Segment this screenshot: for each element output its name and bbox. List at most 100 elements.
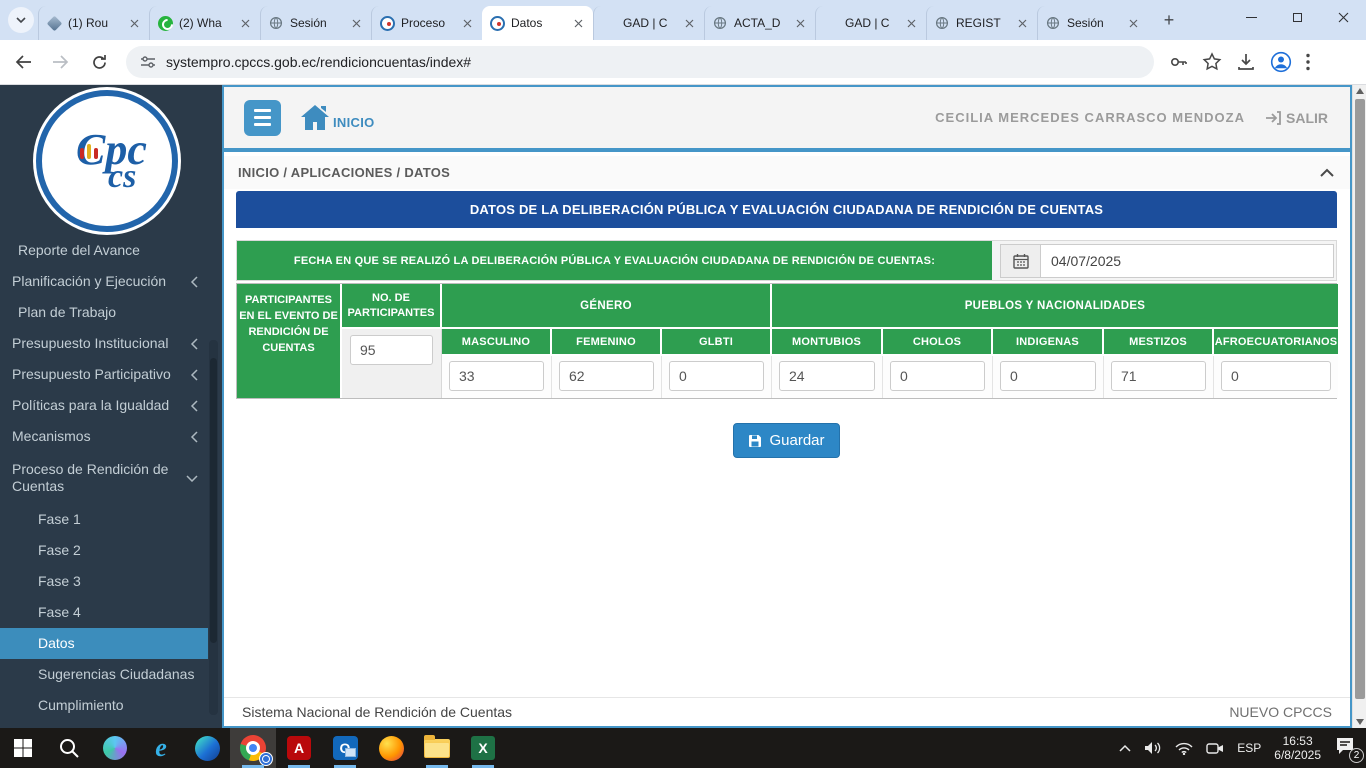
save-button[interactable]: Guardar xyxy=(733,423,839,458)
browser-tab-datos-active[interactable]: Datos xyxy=(482,6,593,40)
sidebar-item-politicas-igualdad[interactable]: Políticas para la Igualdad xyxy=(0,390,208,421)
sign-out-icon xyxy=(1265,111,1281,125)
tab-close-icon[interactable] xyxy=(681,15,697,31)
language-indicator[interactable]: ESP xyxy=(1237,741,1261,755)
wifi-icon[interactable] xyxy=(1175,742,1193,755)
tab-close-icon[interactable] xyxy=(570,15,586,31)
bookmark-star-icon[interactable] xyxy=(1202,52,1222,72)
taskbar-outlook-button[interactable]: O xyxy=(322,728,368,768)
tab-close-icon[interactable] xyxy=(126,15,142,31)
sidebar-item-mecanismos[interactable]: Mecanismos xyxy=(0,421,208,452)
input-femenino[interactable] xyxy=(559,361,654,391)
scroll-down-arrow-icon[interactable] xyxy=(1356,719,1364,725)
taskbar-file-explorer-button[interactable] xyxy=(414,728,460,768)
input-mestizos[interactable] xyxy=(1111,361,1206,391)
input-montubios[interactable] xyxy=(779,361,875,391)
forward-button[interactable] xyxy=(46,47,76,77)
sidebar-item-sugerencias[interactable]: Sugerencias Ciudadanas xyxy=(0,659,208,690)
input-indigenas[interactable] xyxy=(1000,361,1096,391)
browser-tab-gad-2[interactable]: GAD | C xyxy=(815,6,926,40)
col-header-no-participantes: NO. DE PARTICIPANTES xyxy=(342,284,442,329)
home-link[interactable]: INICIO xyxy=(299,103,375,132)
taskbar-search-button[interactable] xyxy=(46,728,92,768)
page-scrollbar-thumb[interactable] xyxy=(1355,99,1365,699)
input-afroecuatorianos[interactable] xyxy=(1221,361,1331,391)
taskbar-firefox-button[interactable] xyxy=(368,728,414,768)
sidebar-item-presupuesto-participativo[interactable]: Presupuesto Participativo xyxy=(0,359,208,390)
reload-button[interactable] xyxy=(84,47,114,77)
sidebar-menu: Reporte del Avance Planificación y Ejecu… xyxy=(0,235,208,721)
roundcube-icon xyxy=(46,15,62,31)
tab-close-icon[interactable] xyxy=(1014,15,1030,31)
notification-center-button[interactable]: 2 xyxy=(1334,735,1360,761)
tab-close-icon[interactable] xyxy=(792,15,808,31)
page-scrollbar[interactable] xyxy=(1352,85,1366,728)
tray-chevron-up-icon[interactable] xyxy=(1119,744,1131,752)
taskbar-edge-button[interactable] xyxy=(184,728,230,768)
sidebar-item-presupuesto-institucional[interactable]: Presupuesto Institucional xyxy=(0,328,208,359)
browser-tab-acta[interactable]: ACTA_D xyxy=(704,6,815,40)
clock[interactable]: 16:53 6/8/2025 xyxy=(1274,734,1321,762)
browser-tab-sesion-2[interactable]: Sesión xyxy=(1037,6,1148,40)
input-no-participantes[interactable] xyxy=(350,335,433,365)
tab-close-icon[interactable] xyxy=(237,15,253,31)
sidebar-scrollbar-thumb[interactable] xyxy=(210,358,217,643)
col-header-montubios: MONTUBIOS xyxy=(772,329,883,356)
tab-search-button[interactable] xyxy=(8,7,34,33)
search-icon xyxy=(58,737,80,759)
address-bar[interactable]: systempro.cpccs.gob.ec/rendicioncuentas/… xyxy=(126,46,1154,78)
taskbar-internet-explorer-button[interactable]: e xyxy=(138,728,184,768)
home-icon xyxy=(299,103,331,132)
sidebar-item-reporte-del-avance[interactable]: Reporte del Avance xyxy=(0,235,208,266)
input-cholos[interactable] xyxy=(890,361,985,391)
internet-explorer-icon: e xyxy=(155,735,167,761)
window-restore-button[interactable] xyxy=(1274,0,1320,34)
sidebar-item-fase-4[interactable]: Fase 4 xyxy=(0,597,208,628)
back-button[interactable] xyxy=(8,47,38,77)
browser-tab-proceso[interactable]: Proceso xyxy=(371,6,482,40)
minimize-icon xyxy=(1246,17,1257,18)
restore-icon xyxy=(1293,13,1302,22)
tab-close-icon[interactable] xyxy=(1125,15,1141,31)
sidebar-item-fase-1[interactable]: Fase 1 xyxy=(0,504,208,535)
browser-tab-roundcube[interactable]: (1) Rou xyxy=(38,6,149,40)
tab-close-icon[interactable] xyxy=(903,15,919,31)
browser-tab-registro[interactable]: REGIST xyxy=(926,6,1037,40)
sidebar-item-planificacion[interactable]: Planificación y Ejecución xyxy=(0,266,208,297)
sidebar-item-fase-2[interactable]: Fase 2 xyxy=(0,535,208,566)
taskbar-chrome-button[interactable] xyxy=(230,728,276,768)
input-masculino[interactable] xyxy=(449,361,544,391)
profile-avatar-icon[interactable] xyxy=(1270,51,1292,73)
sidebar-item-proceso-rendicion[interactable]: Proceso de Rendición de Cuentas xyxy=(0,452,208,504)
start-button[interactable] xyxy=(0,728,46,768)
window-close-button[interactable] xyxy=(1320,0,1366,34)
meet-now-camera-icon[interactable] xyxy=(1206,742,1224,755)
passwords-key-icon[interactable] xyxy=(1168,52,1188,72)
cpccs-logo: Cpc cs xyxy=(0,85,222,235)
fecha-input[interactable] xyxy=(1040,244,1334,278)
scroll-up-arrow-icon[interactable] xyxy=(1356,88,1364,94)
sidebar-scrollbar[interactable] xyxy=(209,340,218,715)
tab-close-icon[interactable] xyxy=(348,15,364,31)
downloads-icon[interactable] xyxy=(1236,52,1256,72)
menu-kebab-icon[interactable] xyxy=(1306,53,1310,71)
taskbar-excel-button[interactable]: X xyxy=(460,728,506,768)
sidebar-item-datos[interactable]: Datos xyxy=(0,628,208,659)
tab-close-icon[interactable] xyxy=(459,15,475,31)
sidebar-item-plan-de-trabajo[interactable]: Plan de Trabajo xyxy=(0,297,208,328)
calendar-addon[interactable] xyxy=(1000,244,1040,278)
input-glbti[interactable] xyxy=(669,361,764,391)
taskbar-copilot-button[interactable] xyxy=(92,728,138,768)
taskbar-acrobat-button[interactable]: A xyxy=(276,728,322,768)
browser-tab-whatsapp[interactable]: (2) Wha xyxy=(149,6,260,40)
collapse-panel-button[interactable] xyxy=(1320,164,1334,182)
hamburger-menu-button[interactable] xyxy=(244,100,281,136)
browser-tab-gad-1[interactable]: GAD | C xyxy=(593,6,704,40)
new-tab-button[interactable]: + xyxy=(1156,7,1182,33)
sidebar-item-cumplimiento[interactable]: Cumplimiento xyxy=(0,690,208,721)
logout-button[interactable]: SALIR xyxy=(1265,110,1328,126)
sidebar-item-fase-3[interactable]: Fase 3 xyxy=(0,566,208,597)
speaker-icon[interactable] xyxy=(1144,741,1162,755)
window-minimize-button[interactable] xyxy=(1228,0,1274,34)
browser-tab-sesion-1[interactable]: Sesión xyxy=(260,6,371,40)
